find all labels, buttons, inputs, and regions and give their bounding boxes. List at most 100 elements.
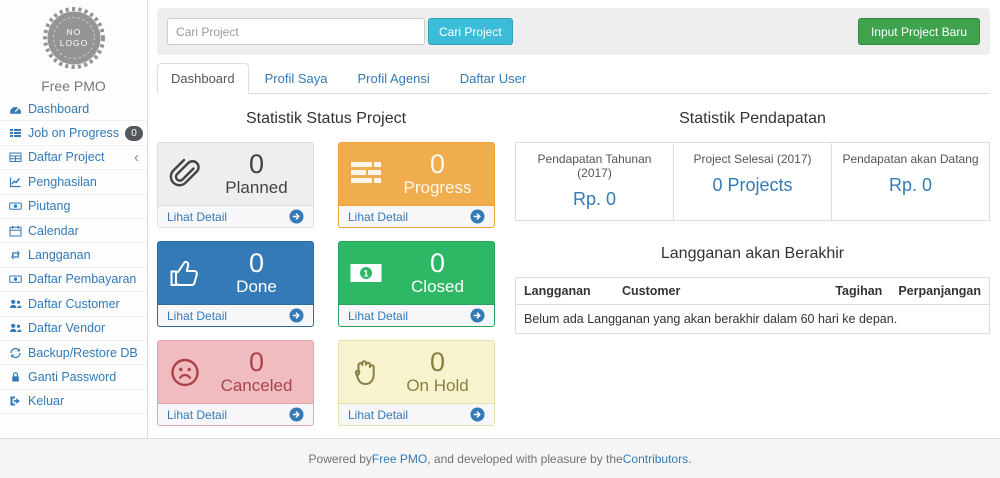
search-button[interactable]: Cari Project <box>428 18 513 45</box>
lihat-detail-link[interactable]: Lihat Detail <box>348 309 408 323</box>
sidebar-item-dashboard[interactable]: Dashboard <box>0 97 147 121</box>
stat-label: Project Selesai (2017) <box>678 152 827 166</box>
on-hold-label: On Hold <box>390 376 485 396</box>
topbar: Cari Project Input Project Baru <box>157 8 990 55</box>
input-project-baru-button[interactable]: Input Project Baru <box>858 18 980 45</box>
progress-card-body: 0 Progress <box>339 143 494 205</box>
planned-count: 0 <box>209 150 304 178</box>
footer-text-middle: , and developed with pleasure by the <box>427 452 622 466</box>
sidebar-item-label: Keluar <box>28 394 64 408</box>
progress-card-text: 0 Progress <box>390 150 485 198</box>
arrow-circle-right-icon[interactable] <box>470 308 485 323</box>
dashboard-content: Statistik Status Project 0 Planned <box>157 94 990 426</box>
status-card-canceled: 0 Canceled Lihat Detail <box>157 340 314 426</box>
retweet-icon <box>8 249 22 261</box>
status-section-title: Statistik Status Project <box>157 110 495 128</box>
canceled-card-body: 0 Canceled <box>158 341 313 403</box>
tab-dashboard[interactable]: Dashboard <box>157 63 249 94</box>
refresh-icon <box>8 347 22 359</box>
calendar-icon <box>8 225 22 237</box>
sidebar: NO LOGO Free PMO Dashboard Job on Progre… <box>0 0 148 438</box>
sidebar-item-job-on-progress[interactable]: Job on Progress 0 <box>0 121 147 145</box>
column-header-perpanjangan: Perpanjangan <box>890 278 989 305</box>
arrow-circle-right-icon[interactable] <box>289 209 304 224</box>
sidebar-item-keluar[interactable]: Keluar <box>0 390 147 414</box>
lihat-detail-link[interactable]: Lihat Detail <box>348 210 408 224</box>
stat-pendapatan-tahunan: Pendapatan Tahunan (2017) Rp. 0 <box>516 143 674 220</box>
users-icon <box>8 298 22 310</box>
arrow-circle-right-icon[interactable] <box>289 407 304 422</box>
closed-card-footer: Lihat Detail <box>339 304 494 326</box>
sidebar-item-label: Daftar Pembayaran <box>28 272 136 286</box>
hand-paper-icon <box>348 354 390 390</box>
table-row: Belum ada Langganan yang akan berakhir d… <box>516 305 990 334</box>
job-count-badge: 0 <box>125 126 143 141</box>
lihat-detail-link[interactable]: Lihat Detail <box>167 309 227 323</box>
main-content: Cari Project Input Project Baru Dashboar… <box>148 0 1000 438</box>
stat-value[interactable]: 0 Projects <box>678 175 827 196</box>
sidebar-item-daftar-customer[interactable]: Daftar Customer <box>0 292 147 316</box>
stat-project-selesai: Project Selesai (2017) 0 Projects <box>674 143 832 220</box>
sidebar-item-label: Backup/Restore DB <box>28 346 138 360</box>
sidebar-item-penghasilan[interactable]: Penghasilan <box>0 170 147 194</box>
arrow-circle-right-icon[interactable] <box>470 407 485 422</box>
subscription-section-title: Langganan akan Berakhir <box>515 245 990 263</box>
contributors-link[interactable]: Contributors. <box>623 452 692 466</box>
closed-label: Closed <box>390 277 485 297</box>
sidebar-item-label: Job on Progress <box>28 126 119 140</box>
sidebar-item-langganan[interactable]: Langganan <box>0 243 147 267</box>
done-count: 0 <box>209 249 304 277</box>
done-card-text: 0 Done <box>209 249 304 297</box>
sidebar-item-ganti-password[interactable]: Ganti Password <box>0 365 147 389</box>
frown-icon <box>167 354 209 390</box>
on-hold-card-text: 0 On Hold <box>390 348 485 396</box>
lihat-detail-link[interactable]: Lihat Detail <box>167 210 227 224</box>
page-footer: Powered by Free PMO , and developed with… <box>0 438 1000 478</box>
status-card-planned: 0 Planned Lihat Detail <box>157 142 314 228</box>
sidebar-item-label: Daftar Vendor <box>28 321 105 335</box>
subscription-table: Langganan Customer Tagihan Perpanjangan … <box>515 277 990 334</box>
on-hold-card-footer: Lihat Detail <box>339 403 494 425</box>
sidebar-item-label: Penghasilan <box>28 175 97 189</box>
lihat-detail-link[interactable]: Lihat Detail <box>348 408 408 422</box>
sidebar-item-label: Langganan <box>28 248 91 262</box>
stat-value[interactable]: Rp. 0 <box>520 189 669 210</box>
canceled-card-text: 0 Canceled <box>209 348 304 396</box>
closed-card-body: 1 0 Closed <box>339 242 494 304</box>
done-card-body: 0 Done <box>158 242 313 304</box>
sidebar-item-label: Ganti Password <box>28 370 116 384</box>
svg-text:1: 1 <box>363 269 368 279</box>
canceled-card-footer: Lihat Detail <box>158 403 313 425</box>
sidebar-item-daftar-vendor[interactable]: Daftar Vendor <box>0 317 147 341</box>
lock-icon <box>8 371 22 383</box>
sidebar-item-piutang[interactable]: Piutang <box>0 195 147 219</box>
status-card-closed: 1 0 Closed Lihat Detail <box>338 241 495 327</box>
on-hold-count: 0 <box>390 348 485 376</box>
progress-count: 0 <box>390 150 485 178</box>
right-column: Statistik Pendapatan Pendapatan Tahunan … <box>515 100 990 426</box>
planned-label: Planned <box>209 178 304 198</box>
arrow-circle-right-icon[interactable] <box>289 308 304 323</box>
closed-count: 0 <box>390 249 485 277</box>
thumbs-up-icon <box>167 255 209 291</box>
sidebar-item-backup-restore-db[interactable]: Backup/Restore DB <box>0 341 147 365</box>
tab-daftar-user[interactable]: Daftar User <box>446 63 540 94</box>
tab-bar: Dashboard Profil Saya Profil Agensi Daft… <box>157 63 990 94</box>
stat-value[interactable]: Rp. 0 <box>836 175 985 196</box>
progress-label: Progress <box>390 178 485 198</box>
arrow-circle-right-icon[interactable] <box>470 209 485 224</box>
lihat-detail-link[interactable]: Lihat Detail <box>167 408 227 422</box>
line-chart-icon <box>8 176 22 188</box>
search-input[interactable] <box>167 18 425 45</box>
sidebar-item-calendar[interactable]: Calendar <box>0 219 147 243</box>
users-icon <box>8 322 22 334</box>
tab-profil-agensi[interactable]: Profil Agensi <box>343 63 443 94</box>
money-icon <box>8 200 22 212</box>
tab-profil-saya[interactable]: Profil Saya <box>251 63 342 94</box>
sidebar-item-label: Calendar <box>28 224 79 238</box>
sidebar-item-daftar-project[interactable]: Daftar Project ‹ <box>0 146 147 170</box>
free-pmo-link[interactable]: Free PMO <box>372 452 427 466</box>
list-icon <box>8 127 22 139</box>
sidebar-item-daftar-pembayaran[interactable]: Daftar Pembayaran <box>0 268 147 292</box>
done-card-footer: Lihat Detail <box>158 304 313 326</box>
